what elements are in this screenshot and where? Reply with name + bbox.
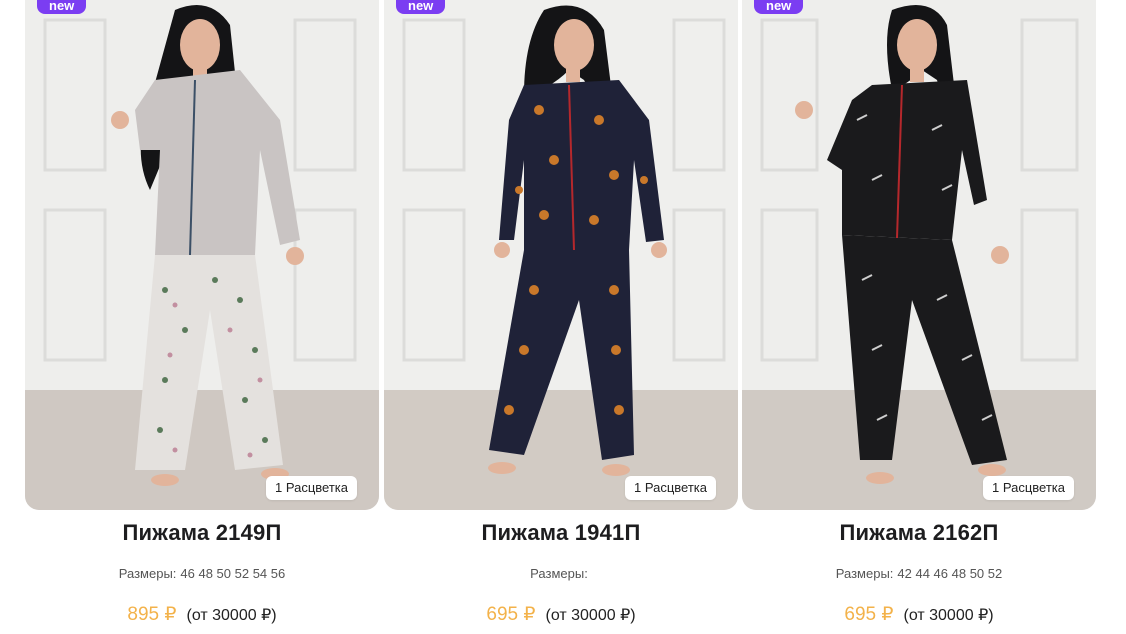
new-badge: new <box>754 0 804 14</box>
new-badge: new <box>396 0 446 14</box>
product-photo[interactable] <box>384 0 738 510</box>
wholesale-note: (от 30000 ₽) <box>545 607 636 624</box>
product-title[interactable]: Пижама 2149П <box>25 520 379 546</box>
wholesale-note: (от 30000 ₽) <box>186 607 277 624</box>
product-price: 695 ₽ <box>486 604 536 625</box>
product-image <box>742 0 1096 510</box>
product-grid: new 1 Расцветка Пижама 2149П Размеры: 46 … <box>25 0 1097 634</box>
product-title[interactable]: Пижама 1941П <box>384 520 738 546</box>
sizes-label: Размеры: <box>118 566 177 581</box>
product-sizes: Размеры: 42 44 46 48 50 52 <box>742 566 1096 581</box>
sizes-label: Размеры: <box>835 566 894 581</box>
wholesale-note: (от 30000 ₽) <box>903 607 994 624</box>
product-price: 695 ₽ <box>844 604 894 625</box>
price-row: 695 ₽ (от 30000 ₽) <box>742 603 1096 626</box>
product-card[interactable]: new 1 Расцветка Пижама 2149П Размеры: 46 … <box>25 0 379 634</box>
product-photo[interactable] <box>742 0 1096 510</box>
product-title[interactable]: Пижама 2162П <box>742 520 1096 546</box>
product-sizes: Размеры: 46 48 50 52 54 56 <box>25 566 379 581</box>
product-price: 895 ₽ <box>127 604 177 625</box>
sizes-label: Размеры: <box>530 566 588 581</box>
color-variants-tag[interactable]: 1 Расцветка <box>266 476 357 500</box>
color-variants-tag[interactable]: 1 Расцветка <box>625 476 716 500</box>
product-card[interactable]: new 1 Расцветка Пижама 2162П Размеры: 42 … <box>742 0 1096 634</box>
sizes-value: 42 44 46 48 50 52 <box>897 566 1003 581</box>
price-row: 695 ₽ (от 30000 ₽) <box>384 603 738 626</box>
product-card[interactable]: new 1 Расцветка Пижама 1941П Размеры: 69… <box>384 0 738 634</box>
price-row: 895 ₽ (от 30000 ₽) <box>25 603 379 626</box>
product-photo[interactable] <box>25 0 379 510</box>
color-variants-tag[interactable]: 1 Расцветка <box>983 476 1074 500</box>
sizes-value: 46 48 50 52 54 56 <box>180 566 286 581</box>
product-sizes: Размеры: <box>384 566 738 581</box>
product-image <box>384 0 738 510</box>
product-image <box>25 0 379 510</box>
new-badge: new <box>37 0 87 14</box>
